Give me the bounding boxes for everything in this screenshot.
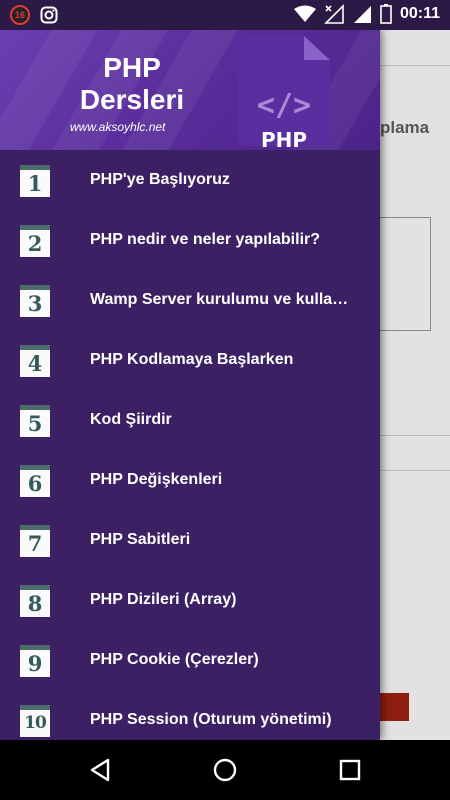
home-icon[interactable] [211,756,239,784]
calendar-icon: 4 [20,345,50,377]
menu-item-label: PHP'ye Başlıyoruz [90,171,230,188]
drawer-header: PHP Dersleri www.aksoyhlc.net </> PHP [0,30,380,150]
calendar-icon: 1 [20,165,50,197]
divider [380,65,450,66]
menu-item-lesson-10[interactable]: 10 PHP Session (Oturum yönetimi) [0,690,380,740]
menu-item-lesson-6[interactable]: 6 PHP Değişkenleri [0,450,380,510]
menu-item-lesson-2[interactable]: 2 PHP nedir ve neler yapılabilir? [0,210,380,270]
calendar-icon: 2 [20,225,50,257]
recents-icon[interactable] [336,756,364,784]
background-title-fragment: plama [380,118,430,137]
divider [380,470,450,471]
navigation-drawer: PHP Dersleri www.aksoyhlc.net </> PHP 1 … [0,30,380,740]
signal-icon [324,4,344,24]
menu-item-lesson-3[interactable]: 3 Wamp Server kurulumu ve kullanımı [0,270,380,330]
menu-item-label: PHP Kodlamaya Başlarken [90,351,294,368]
back-icon[interactable] [86,756,114,784]
clock: 00:11 [399,5,440,22]
menu-item-label: PHP nedir ve neler yapılabilir? [90,231,321,248]
background-button [380,693,409,721]
calendar-icon: 7 [20,525,50,557]
menu-item-label: PHP Sabitleri [90,531,191,548]
background-content: plama [380,30,450,740]
menu-item-label: PHP Session (Oturum yönetimi) [90,711,332,728]
calendar-icon: 5 [20,405,50,437]
notification-badge-icon: 16 [10,5,30,25]
menu-item-label: PHP Dizileri (Array) [90,591,237,608]
file-fold-icon [304,36,330,60]
menu-item-lesson-7[interactable]: 7 PHP Sabitleri [0,510,380,570]
calendar-icon: 9 [20,645,50,677]
menu-item-lesson-9[interactable]: 9 PHP Cookie (Çerezler) [0,630,380,690]
app-title: PHP Dersleri [79,52,185,115]
menu-item-label: Wamp Server kurulumu ve kullanımı [90,291,355,308]
battery-icon [380,4,392,24]
menu-item-label: Kod Şiirdir [90,411,172,428]
code-brackets-icon: </> [256,88,312,123]
calendar-icon: 8 [20,585,50,617]
system-nav-bar [0,740,450,800]
divider [380,435,450,436]
status-bar: 16 00:11 [0,0,450,30]
menu-item-lesson-5[interactable]: 5 Kod Şiirdir [0,390,380,450]
calendar-icon: 10 [20,705,50,737]
signal-icon [353,6,371,23]
calendar-icon: 3 [20,285,50,317]
menu-item-label: PHP Değişkenleri [90,471,223,488]
menu-item-lesson-4[interactable]: 4 PHP Kodlamaya Başlarken [0,330,380,390]
website-url: www.aksoyhlc.net [70,120,166,134]
calendar-icon: 6 [20,465,50,497]
wifi-icon [293,5,316,22]
lesson-menu: 1 PHP'ye Başlıyoruz 2 PHP nedir ve neler… [0,150,380,740]
instagram-icon [40,6,58,24]
menu-item-lesson-8[interactable]: 8 PHP Dizileri (Array) [0,570,380,630]
menu-item-label: PHP Cookie (Çerezler) [90,651,259,668]
php-logo-label: PHP [260,128,308,150]
background-card [380,217,431,331]
menu-item-lesson-1[interactable]: 1 PHP'ye Başlıyoruz [0,150,380,210]
